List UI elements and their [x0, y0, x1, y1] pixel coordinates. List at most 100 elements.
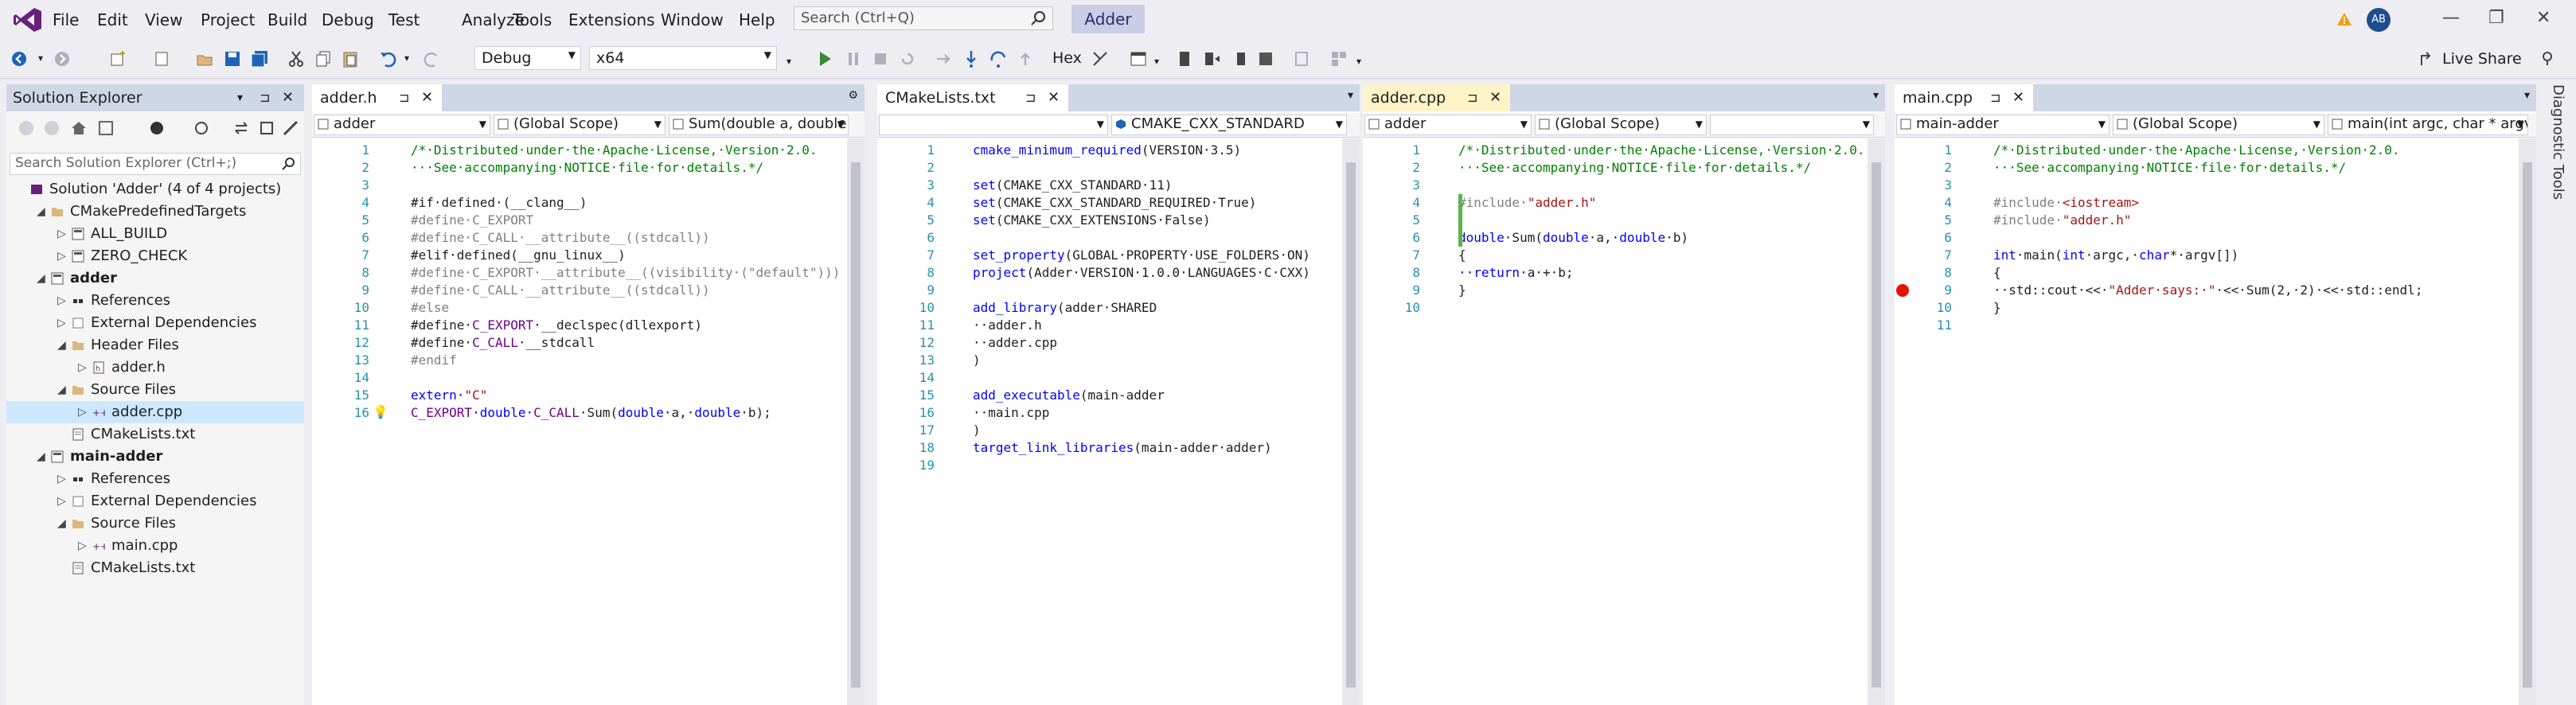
- save-icon[interactable]: [223, 49, 242, 68]
- tree-item[interactable]: ▷ External Dependencies: [6, 312, 304, 334]
- navigation-dropdown[interactable]: ▼: [1710, 115, 1874, 135]
- paste-icon[interactable]: [341, 49, 360, 68]
- layout-dropdown-icon[interactable]: ▾: [1154, 56, 1159, 67]
- pin-icon[interactable]: ⊐: [1990, 84, 2000, 111]
- back-dropdown-icon[interactable]: ▾: [38, 53, 43, 64]
- sync-icon[interactable]: [232, 119, 250, 137]
- cut-icon[interactable]: [287, 49, 306, 68]
- properties-icon[interactable]: [282, 119, 299, 137]
- stop-icon[interactable]: [871, 49, 890, 68]
- configuration-select[interactable]: Debug ▼: [474, 46, 581, 70]
- pin-icon[interactable]: ⊐: [260, 84, 270, 111]
- menu-window[interactable]: Window: [661, 10, 724, 30]
- search-input[interactable]: Search (Ctrl+Q): [794, 6, 1053, 30]
- step-into-icon[interactable]: [962, 49, 981, 68]
- tree-item[interactable]: ▷ h adder.h: [6, 356, 304, 379]
- copy-icon[interactable]: [314, 49, 333, 68]
- collapse-icon[interactable]: ◢: [57, 379, 66, 401]
- code-editor[interactable]: 1 /*·Distributed·under·the·Apache·License…: [1895, 138, 2536, 705]
- expand-icon[interactable]: ▷: [57, 490, 66, 512]
- forward-icon[interactable]: [43, 119, 60, 137]
- menu-build[interactable]: Build: [267, 10, 307, 30]
- minimize-icon[interactable]: —: [2442, 8, 2460, 28]
- tree-item[interactable]: CMakeLists.txt: [6, 557, 304, 579]
- pause-icon[interactable]: [844, 49, 863, 68]
- tree-item[interactable]: ◢ CMakePredefinedTargets: [6, 201, 304, 223]
- navigation-dropdown[interactable]: Sum(double a, double ▼: [669, 115, 849, 135]
- exception-settings-icon[interactable]: [1091, 49, 1110, 68]
- expand-icon[interactable]: ▷: [57, 468, 66, 490]
- chevron-down-icon[interactable]: ▾: [237, 84, 243, 111]
- collapse-icon[interactable]: ◢: [57, 512, 66, 535]
- breakpoint-icon[interactable]: [1896, 284, 1909, 297]
- bookmark-prev-icon[interactable]: [1202, 49, 1221, 68]
- vertical-scrollbar[interactable]: [1342, 138, 1360, 705]
- show-all-files-icon[interactable]: [193, 119, 210, 137]
- feedback-icon[interactable]: [2538, 49, 2557, 68]
- pin-icon[interactable]: ⊐: [1467, 84, 1477, 111]
- collapse-icon[interactable]: ◢: [37, 267, 45, 290]
- expand-icon[interactable]: ▷: [78, 356, 87, 379]
- diagnostic-tools-side-tab[interactable]: Diagnostic Tools: [2550, 84, 2576, 323]
- new-project-icon[interactable]: [108, 49, 127, 68]
- close-tab-icon[interactable]: ✕: [1048, 84, 1060, 111]
- navigation-dropdown[interactable]: (Global Scope) ▼: [494, 115, 665, 135]
- add-item-icon[interactable]: [153, 49, 172, 68]
- back-icon[interactable]: [10, 49, 29, 68]
- save-all-icon[interactable]: [250, 49, 269, 68]
- collapse-icon[interactable]: ◢: [37, 201, 45, 223]
- tree-item[interactable]: ▷ References: [6, 468, 304, 490]
- step-over-icon[interactable]: [989, 49, 1008, 68]
- toolbar-options-icon[interactable]: ▾: [1356, 56, 1361, 67]
- tab-list-dropdown-icon[interactable]: ▾: [1348, 89, 1353, 102]
- expand-icon[interactable]: ▷: [57, 245, 66, 267]
- close-icon[interactable]: ✕: [2536, 8, 2551, 28]
- navigation-dropdown[interactable]: main-adder ▼: [1896, 115, 2110, 135]
- menu-help[interactable]: Help: [739, 10, 775, 30]
- platform-select[interactable]: x64 ▼: [589, 46, 777, 70]
- tree-item[interactable]: ◢ Source Files: [6, 379, 304, 401]
- step-out-icon[interactable]: [1016, 49, 1035, 68]
- pin-icon[interactable]: ⊐: [399, 84, 409, 111]
- navigation-dropdown[interactable]: ▼: [879, 115, 1108, 135]
- navigation-dropdown[interactable]: main(int argc, char * argv[])▼: [2328, 115, 2528, 135]
- tab-list-dropdown-icon[interactable]: ▾: [2524, 89, 2530, 102]
- menu-view[interactable]: View: [145, 10, 182, 30]
- restore-icon[interactable]: ❐: [2488, 8, 2504, 28]
- vertical-scrollbar[interactable]: [2519, 138, 2536, 705]
- bookmark-folder-icon[interactable]: [1256, 49, 1275, 68]
- pending-changes-icon[interactable]: [148, 119, 166, 137]
- start-debugging-icon[interactable]: [815, 49, 834, 68]
- expand-icon[interactable]: ▷: [78, 401, 87, 423]
- tree-item[interactable]: CMakeLists.txt: [6, 423, 304, 446]
- expand-icon[interactable]: ▷: [57, 290, 66, 312]
- editor-tab[interactable]: main.cpp ⊐ ✕: [1895, 84, 2033, 111]
- show-next-statement-icon[interactable]: [935, 49, 954, 68]
- tree-item[interactable]: ▷ ++ adder.cpp: [6, 401, 304, 423]
- scrollbar-thumb[interactable]: [1872, 162, 1881, 687]
- redo-icon[interactable]: [422, 49, 441, 68]
- menu-extensions[interactable]: Extensions: [568, 10, 655, 30]
- pin-icon[interactable]: ⊐: [1025, 84, 1036, 111]
- home-icon[interactable]: [70, 119, 88, 137]
- tree-item[interactable]: ▷ ALL_BUILD: [6, 223, 304, 245]
- tree-item[interactable]: ▷ ZERO_CHECK: [6, 245, 304, 267]
- code-editor[interactable]: 1 /*·Distributed·under·the·Apache·License…: [1363, 138, 1885, 705]
- collapse-all-icon[interactable]: [258, 119, 275, 137]
- tree-item[interactable]: ◢ Header Files: [6, 334, 304, 356]
- navigation-dropdown[interactable]: adder ▼: [314, 115, 490, 135]
- vertical-scrollbar[interactable]: [1868, 138, 1885, 705]
- open-file-icon[interactable]: [196, 49, 215, 68]
- scrollbar-thumb[interactable]: [2523, 162, 2532, 687]
- tree-item[interactable]: ▷ References: [6, 290, 304, 312]
- close-icon[interactable]: ✕: [282, 84, 294, 111]
- undo-icon[interactable]: [379, 49, 398, 68]
- lightbulb-icon[interactable]: 💡: [373, 404, 388, 419]
- close-tab-icon[interactable]: ✕: [2012, 84, 2024, 111]
- avatar[interactable]: AB: [2367, 8, 2391, 32]
- restart-icon[interactable]: [898, 49, 917, 68]
- expand-icon[interactable]: ▷: [57, 312, 66, 334]
- navigation-dropdown[interactable]: adder ▼: [1364, 115, 1532, 135]
- editor-tab[interactable]: adder.h ⊐ ✕: [312, 84, 442, 111]
- comment-icon[interactable]: [1329, 49, 1348, 68]
